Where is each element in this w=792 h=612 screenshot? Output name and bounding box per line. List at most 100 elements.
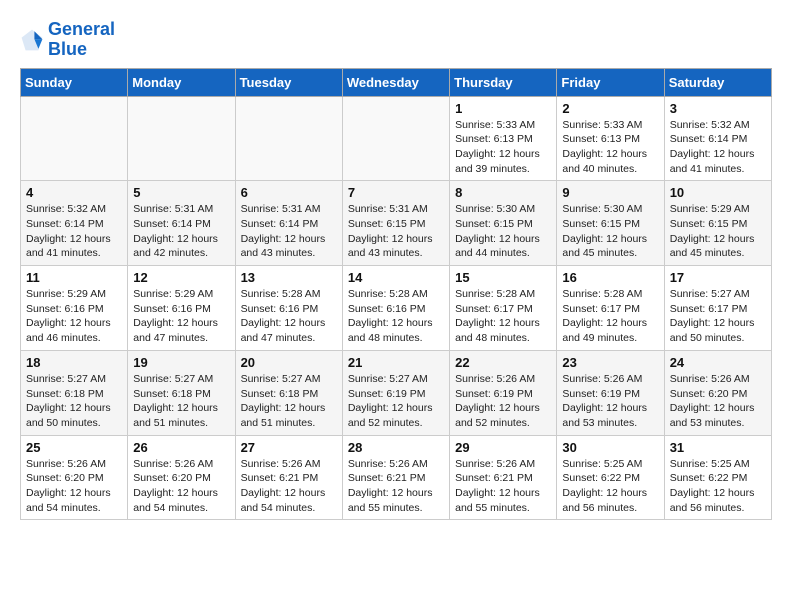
day-info: Sunrise: 5:27 AM Sunset: 6:17 PM Dayligh… bbox=[670, 287, 766, 346]
day-number: 11 bbox=[26, 270, 122, 285]
calendar-cell: 19 Sunrise: 5:27 AM Sunset: 6:18 PM Dayli… bbox=[128, 350, 235, 435]
day-info: Sunrise: 5:31 AM Sunset: 6:14 PM Dayligh… bbox=[133, 202, 229, 261]
day-number: 23 bbox=[562, 355, 658, 370]
calendar-cell: 14 Sunrise: 5:28 AM Sunset: 6:16 PM Dayli… bbox=[342, 266, 449, 351]
day-info: Sunrise: 5:27 AM Sunset: 6:18 PM Dayligh… bbox=[26, 372, 122, 431]
calendar-cell: 3 Sunrise: 5:32 AM Sunset: 6:14 PM Daylig… bbox=[664, 96, 771, 181]
day-info: Sunrise: 5:32 AM Sunset: 6:14 PM Dayligh… bbox=[670, 118, 766, 177]
day-info: Sunrise: 5:26 AM Sunset: 6:20 PM Dayligh… bbox=[133, 457, 229, 516]
calendar-cell bbox=[21, 96, 128, 181]
day-info: Sunrise: 5:32 AM Sunset: 6:14 PM Dayligh… bbox=[26, 202, 122, 261]
day-info: Sunrise: 5:29 AM Sunset: 6:15 PM Dayligh… bbox=[670, 202, 766, 261]
day-info: Sunrise: 5:28 AM Sunset: 6:16 PM Dayligh… bbox=[348, 287, 444, 346]
calendar-week-4: 18 Sunrise: 5:27 AM Sunset: 6:18 PM Dayli… bbox=[21, 350, 772, 435]
calendar-cell: 21 Sunrise: 5:27 AM Sunset: 6:19 PM Dayli… bbox=[342, 350, 449, 435]
day-number: 18 bbox=[26, 355, 122, 370]
day-header-friday: Friday bbox=[557, 68, 664, 96]
day-number: 30 bbox=[562, 440, 658, 455]
day-number: 27 bbox=[241, 440, 337, 455]
day-number: 2 bbox=[562, 101, 658, 116]
calendar-cell: 5 Sunrise: 5:31 AM Sunset: 6:14 PM Daylig… bbox=[128, 181, 235, 266]
calendar-cell bbox=[235, 96, 342, 181]
day-number: 5 bbox=[133, 185, 229, 200]
calendar-cell: 7 Sunrise: 5:31 AM Sunset: 6:15 PM Daylig… bbox=[342, 181, 449, 266]
day-number: 8 bbox=[455, 185, 551, 200]
calendar-cell: 20Sunrise: 5:27 AM Sunset: 6:18 PM Dayli… bbox=[235, 350, 342, 435]
day-info: Sunrise: 5:26 AM Sunset: 6:21 PM Dayligh… bbox=[241, 457, 337, 516]
calendar-cell: 18 Sunrise: 5:27 AM Sunset: 6:18 PM Dayli… bbox=[21, 350, 128, 435]
day-number: 15 bbox=[455, 270, 551, 285]
day-number: 19 bbox=[133, 355, 229, 370]
day-number: 16 bbox=[562, 270, 658, 285]
logo-text: General Blue bbox=[48, 20, 115, 60]
calendar-cell: 15 Sunrise: 5:28 AM Sunset: 6:17 PM Dayli… bbox=[450, 266, 557, 351]
calendar-cell: 8 Sunrise: 5:30 AM Sunset: 6:15 PM Daylig… bbox=[450, 181, 557, 266]
day-info: Sunrise: 5:28 AM Sunset: 6:16 PM Dayligh… bbox=[241, 287, 337, 346]
logo: General Blue bbox=[20, 20, 115, 60]
calendar-cell bbox=[128, 96, 235, 181]
calendar-cell: 9 Sunrise: 5:30 AM Sunset: 6:15 PM Daylig… bbox=[557, 181, 664, 266]
calendar-week-2: 4 Sunrise: 5:32 AM Sunset: 6:14 PM Daylig… bbox=[21, 181, 772, 266]
day-number: 25 bbox=[26, 440, 122, 455]
calendar-cell: 27 Sunrise: 5:26 AM Sunset: 6:21 PM Dayli… bbox=[235, 435, 342, 520]
day-info: Sunrise: 5:26 AM Sunset: 6:19 PM Dayligh… bbox=[455, 372, 551, 431]
day-header-wednesday: Wednesday bbox=[342, 68, 449, 96]
calendar-cell: 26 Sunrise: 5:26 AM Sunset: 6:20 PM Dayli… bbox=[128, 435, 235, 520]
day-number: 29 bbox=[455, 440, 551, 455]
day-number: 14 bbox=[348, 270, 444, 285]
calendar-cell: 11 Sunrise: 5:29 AM Sunset: 6:16 PM Dayli… bbox=[21, 266, 128, 351]
day-number: 24 bbox=[670, 355, 766, 370]
day-number: 13 bbox=[241, 270, 337, 285]
day-number: 12 bbox=[133, 270, 229, 285]
calendar-cell: 12Sunrise: 5:29 AM Sunset: 6:16 PM Dayli… bbox=[128, 266, 235, 351]
header: General Blue bbox=[20, 20, 772, 60]
calendar-week-1: 1 Sunrise: 5:33 AM Sunset: 6:13 PM Daylig… bbox=[21, 96, 772, 181]
day-info: Sunrise: 5:26 AM Sunset: 6:19 PM Dayligh… bbox=[562, 372, 658, 431]
calendar-cell: 29 Sunrise: 5:26 AM Sunset: 6:21 PM Dayli… bbox=[450, 435, 557, 520]
day-info: Sunrise: 5:30 AM Sunset: 6:15 PM Dayligh… bbox=[455, 202, 551, 261]
day-number: 21 bbox=[348, 355, 444, 370]
day-info: Sunrise: 5:31 AM Sunset: 6:15 PM Dayligh… bbox=[348, 202, 444, 261]
day-info: Sunrise: 5:27 AM Sunset: 6:18 PM Dayligh… bbox=[133, 372, 229, 431]
day-number: 31 bbox=[670, 440, 766, 455]
calendar-cell: 6Sunrise: 5:31 AM Sunset: 6:14 PM Daylig… bbox=[235, 181, 342, 266]
day-number: 3 bbox=[670, 101, 766, 116]
day-header-sunday: Sunday bbox=[21, 68, 128, 96]
day-info: Sunrise: 5:30 AM Sunset: 6:15 PM Dayligh… bbox=[562, 202, 658, 261]
day-number: 1 bbox=[455, 101, 551, 116]
day-info: Sunrise: 5:33 AM Sunset: 6:13 PM Dayligh… bbox=[455, 118, 551, 177]
day-info: Sunrise: 5:33 AM Sunset: 6:13 PM Dayligh… bbox=[562, 118, 658, 177]
calendar-cell: 22Sunrise: 5:26 AM Sunset: 6:19 PM Dayli… bbox=[450, 350, 557, 435]
calendar-cell: 13 Sunrise: 5:28 AM Sunset: 6:16 PM Dayli… bbox=[235, 266, 342, 351]
calendar-cell: 10 Sunrise: 5:29 AM Sunset: 6:15 PM Dayli… bbox=[664, 181, 771, 266]
day-info: Sunrise: 5:26 AM Sunset: 6:20 PM Dayligh… bbox=[670, 372, 766, 431]
calendar-cell: 17 Sunrise: 5:27 AM Sunset: 6:17 PM Dayli… bbox=[664, 266, 771, 351]
day-info: Sunrise: 5:29 AM Sunset: 6:16 PM Dayligh… bbox=[26, 287, 122, 346]
calendar-cell: 25 Sunrise: 5:26 AM Sunset: 6:20 PM Dayli… bbox=[21, 435, 128, 520]
day-number: 10 bbox=[670, 185, 766, 200]
logo-icon bbox=[20, 28, 44, 52]
day-number: 26 bbox=[133, 440, 229, 455]
calendar-table: SundayMondayTuesdayWednesdayThursdayFrid… bbox=[20, 68, 772, 521]
day-number: 20 bbox=[241, 355, 337, 370]
day-number: 4 bbox=[26, 185, 122, 200]
day-header-saturday: Saturday bbox=[664, 68, 771, 96]
day-header-tuesday: Tuesday bbox=[235, 68, 342, 96]
day-info: Sunrise: 5:26 AM Sunset: 6:21 PM Dayligh… bbox=[455, 457, 551, 516]
calendar-cell bbox=[342, 96, 449, 181]
calendar-week-3: 11 Sunrise: 5:29 AM Sunset: 6:16 PM Dayli… bbox=[21, 266, 772, 351]
day-info: Sunrise: 5:26 AM Sunset: 6:20 PM Dayligh… bbox=[26, 457, 122, 516]
day-header-thursday: Thursday bbox=[450, 68, 557, 96]
calendar-cell: 23 Sunrise: 5:26 AM Sunset: 6:19 PM Dayli… bbox=[557, 350, 664, 435]
day-info: Sunrise: 5:25 AM Sunset: 6:22 PM Dayligh… bbox=[562, 457, 658, 516]
day-number: 9 bbox=[562, 185, 658, 200]
day-info: Sunrise: 5:28 AM Sunset: 6:17 PM Dayligh… bbox=[455, 287, 551, 346]
calendar-cell: 30 Sunrise: 5:25 AM Sunset: 6:22 PM Dayli… bbox=[557, 435, 664, 520]
calendar-cell: 2 Sunrise: 5:33 AM Sunset: 6:13 PM Daylig… bbox=[557, 96, 664, 181]
day-number: 17 bbox=[670, 270, 766, 285]
day-info: Sunrise: 5:31 AM Sunset: 6:14 PM Dayligh… bbox=[241, 202, 337, 261]
day-number: 7 bbox=[348, 185, 444, 200]
day-info: Sunrise: 5:27 AM Sunset: 6:19 PM Dayligh… bbox=[348, 372, 444, 431]
calendar-cell: 28Sunrise: 5:26 AM Sunset: 6:21 PM Dayli… bbox=[342, 435, 449, 520]
calendar-cell: 24 Sunrise: 5:26 AM Sunset: 6:20 PM Dayli… bbox=[664, 350, 771, 435]
